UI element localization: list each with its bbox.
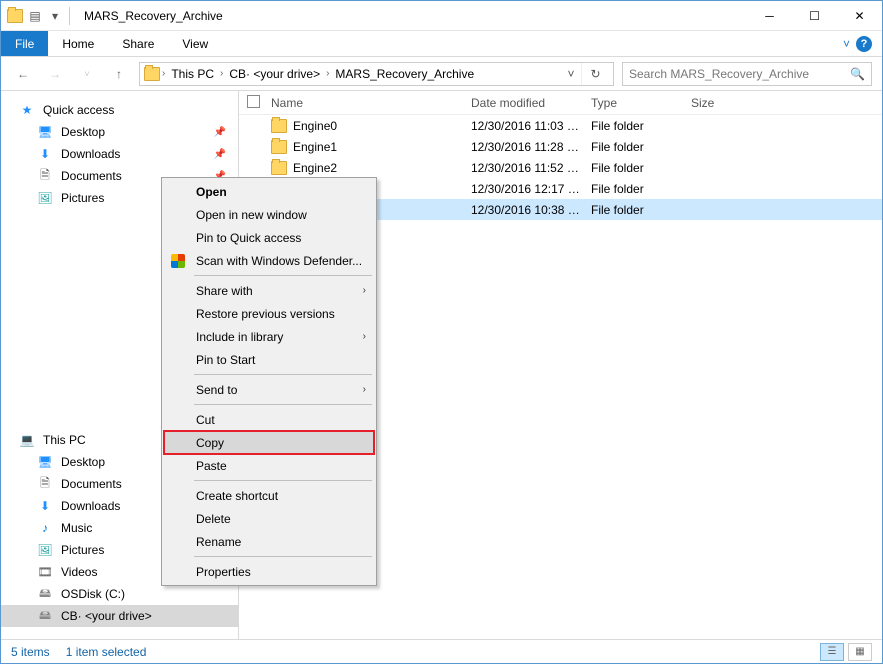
separator xyxy=(194,404,372,405)
ctx-pin-start[interactable]: Pin to Start xyxy=(164,348,374,371)
up-button[interactable]: ↑ xyxy=(107,62,131,86)
disk-icon: 🖴 xyxy=(37,586,53,602)
minimize-button[interactable]: ─ xyxy=(747,1,792,30)
breadcrumb-dropdown-icon[interactable]: ˅ xyxy=(563,67,579,81)
chevron-right-icon[interactable]: › xyxy=(162,68,165,79)
ctx-scan-defender[interactable]: Scan with Windows Defender... xyxy=(164,249,374,272)
ctx-create-shortcut[interactable]: Create shortcut xyxy=(164,484,374,507)
ctx-share-with[interactable]: Share with› xyxy=(164,279,374,302)
separator xyxy=(194,556,372,557)
view-thumbnails-button[interactable]: ▦ xyxy=(848,643,872,661)
table-row[interactable]: Engine1 12/30/2016 11:28 … File folder xyxy=(239,136,882,157)
ctx-rename[interactable]: Rename xyxy=(164,530,374,553)
ctx-properties[interactable]: Properties xyxy=(164,560,374,583)
window-folder-icon xyxy=(7,8,23,24)
ctx-cut[interactable]: Cut xyxy=(164,408,374,431)
ctx-include-library[interactable]: Include in library› xyxy=(164,325,374,348)
help-icon[interactable]: ? xyxy=(856,36,872,52)
chevron-right-icon[interactable]: › xyxy=(220,68,223,79)
ctx-send-to[interactable]: Send to› xyxy=(164,378,374,401)
tab-share[interactable]: Share xyxy=(108,31,168,56)
separator xyxy=(194,275,372,276)
separator xyxy=(194,374,372,375)
recent-dropdown[interactable]: ˅ xyxy=(75,62,99,86)
search-icon: 🔍 xyxy=(850,67,865,81)
window-title: MARS_Recovery_Archive xyxy=(84,9,223,23)
downloads-icon: ⬇ xyxy=(37,146,53,162)
col-date[interactable]: Date modified xyxy=(471,96,591,110)
pin-icon: 📌 xyxy=(214,149,226,160)
sidebar-label: Quick access xyxy=(43,103,114,117)
select-all-checkbox[interactable] xyxy=(247,95,260,108)
pictures-icon: 🖼 xyxy=(37,542,53,558)
breadcrumb-folder-icon xyxy=(144,66,160,82)
ctx-copy[interactable]: Copy xyxy=(164,431,374,454)
ctx-restore-versions[interactable]: Restore previous versions xyxy=(164,302,374,325)
crumb-folder[interactable]: MARS_Recovery_Archive xyxy=(331,67,478,81)
music-icon: ♪ xyxy=(37,520,53,536)
qat-properties-icon[interactable]: ▤ xyxy=(27,8,43,24)
search-input[interactable]: Search MARS_Recovery_Archive 🔍 xyxy=(622,62,872,86)
pictures-icon: 🖼 xyxy=(37,190,53,206)
folder-icon xyxy=(271,140,287,154)
address-row: ← → ˅ ↑ › This PC › CB· <your drive> › M… xyxy=(1,57,882,91)
videos-icon: 🎞 xyxy=(37,564,53,580)
chevron-right-icon: › xyxy=(363,285,366,296)
col-size[interactable]: Size xyxy=(691,96,751,110)
star-icon: ★ xyxy=(19,102,35,118)
desktop-icon: 🖥 xyxy=(37,454,53,470)
ribbon: File Home Share View ˅ ? xyxy=(1,31,882,57)
tab-home[interactable]: Home xyxy=(48,31,108,56)
col-type[interactable]: Type xyxy=(591,96,691,110)
status-selected-count: 1 item selected xyxy=(66,645,147,659)
tab-view[interactable]: View xyxy=(168,31,222,56)
col-name[interactable]: Name xyxy=(271,96,471,110)
pc-icon: 💻 xyxy=(19,432,35,448)
sidebar-item-osdisk[interactable]: 🖴OSDisk (C:) xyxy=(1,583,238,605)
disk-icon: 🖴 xyxy=(37,608,53,624)
ribbon-expand-icon[interactable]: ˅ xyxy=(843,37,850,51)
chevron-right-icon: › xyxy=(363,384,366,395)
refresh-icon[interactable]: ↻ xyxy=(581,63,609,85)
chevron-right-icon[interactable]: › xyxy=(326,68,329,79)
table-row[interactable]: Engine2 12/30/2016 11:52 … File folder xyxy=(239,157,882,178)
back-button[interactable]: ← xyxy=(11,62,35,86)
sidebar-item-downloads[interactable]: ⬇Downloads📌 xyxy=(1,143,238,165)
chevron-right-icon: › xyxy=(363,331,366,342)
folder-icon xyxy=(271,119,287,133)
folder-icon xyxy=(271,161,287,175)
separator xyxy=(194,480,372,481)
status-bar: 5 items 1 item selected ☰ ▦ xyxy=(1,639,882,663)
search-placeholder: Search MARS_Recovery_Archive xyxy=(629,67,809,81)
status-item-count: 5 items xyxy=(11,645,50,659)
forward-button[interactable]: → xyxy=(43,62,67,86)
view-details-button[interactable]: ☰ xyxy=(820,643,844,661)
qat-new-folder-icon[interactable]: ▾ xyxy=(47,8,63,24)
pin-icon: 📌 xyxy=(214,127,226,138)
defender-icon xyxy=(170,253,186,269)
maximize-button[interactable]: ☐ xyxy=(792,1,837,30)
downloads-icon: ⬇ xyxy=(37,498,53,514)
sidebar-item-desktop[interactable]: 🖥Desktop📌 xyxy=(1,121,238,143)
table-row[interactable]: Engine0 12/30/2016 11:03 … File folder xyxy=(239,115,882,136)
context-menu: Open Open in new window Pin to Quick acc… xyxy=(161,177,377,586)
crumb-drive[interactable]: CB· <your drive> xyxy=(225,67,324,81)
titlebar: ▤ ▾ MARS_Recovery_Archive ─ ☐ ✕ xyxy=(1,1,882,31)
ctx-open-new-window[interactable]: Open in new window xyxy=(164,203,374,226)
desktop-icon: 🖥 xyxy=(37,124,53,140)
sidebar-item-drive[interactable]: 🖴CB· <your drive> xyxy=(1,605,238,627)
ctx-paste[interactable]: Paste xyxy=(164,454,374,477)
sidebar-quick-access[interactable]: ★ Quick access xyxy=(1,99,238,121)
breadcrumb[interactable]: › This PC › CB· <your drive> › MARS_Reco… xyxy=(139,62,614,86)
documents-icon: 🗎 xyxy=(37,168,53,184)
close-button[interactable]: ✕ xyxy=(837,1,882,30)
documents-icon: 🗎 xyxy=(37,476,53,492)
column-headers[interactable]: Name Date modified Type Size xyxy=(239,91,882,115)
crumb-this-pc[interactable]: This PC xyxy=(167,67,218,81)
ctx-delete[interactable]: Delete xyxy=(164,507,374,530)
ctx-open[interactable]: Open xyxy=(164,180,374,203)
ctx-pin-quick-access[interactable]: Pin to Quick access xyxy=(164,226,374,249)
file-tab[interactable]: File xyxy=(1,31,48,56)
